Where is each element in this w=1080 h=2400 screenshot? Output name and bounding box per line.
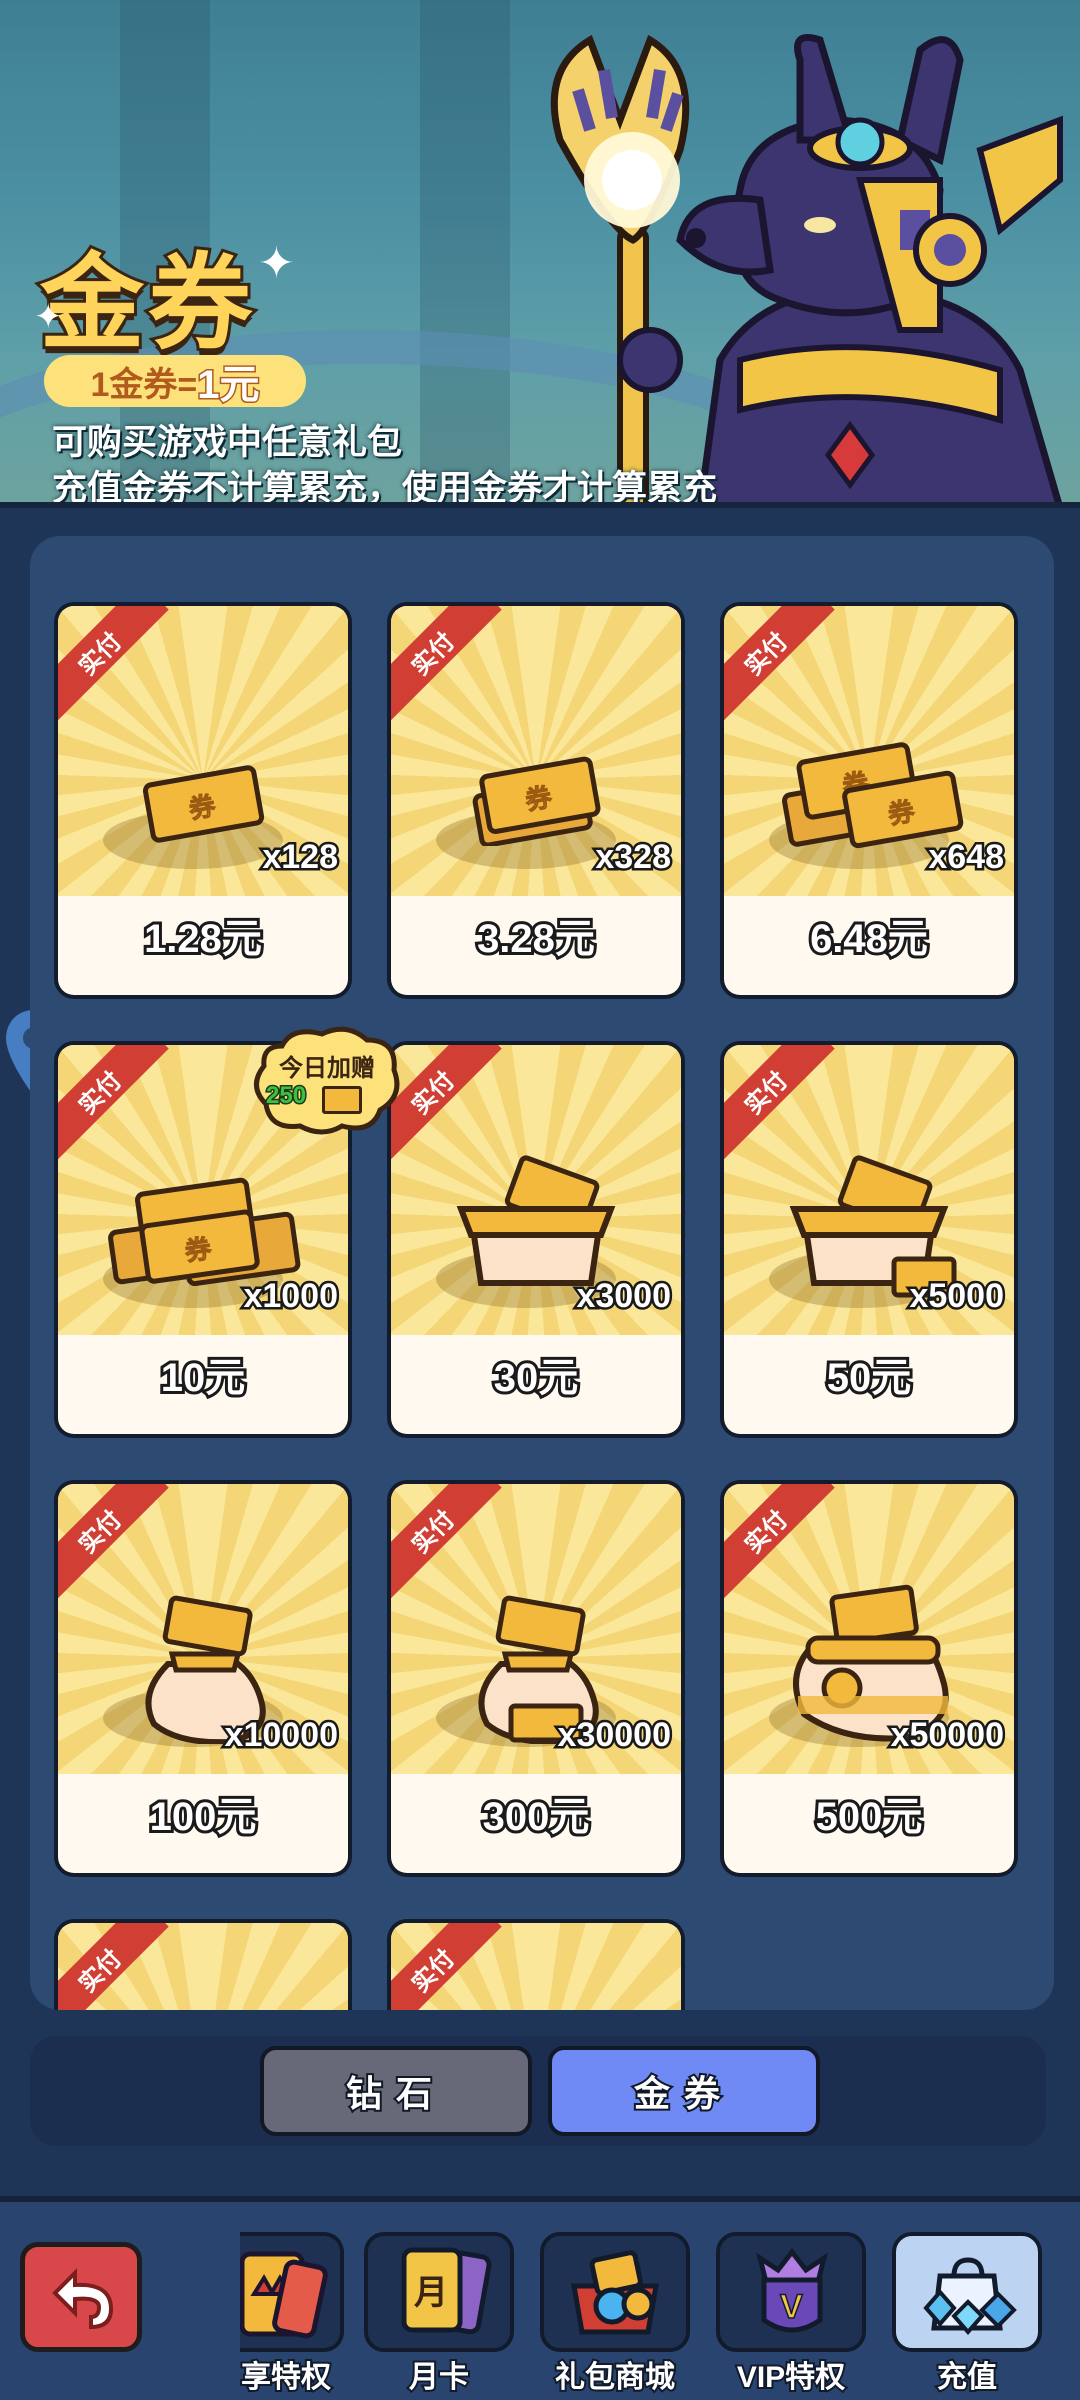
- tab-diamond[interactable]: 钻石: [260, 2046, 532, 2136]
- nav-vip-privilege[interactable]: V: [716, 2232, 866, 2352]
- vip-shield-icon: V: [756, 2247, 828, 2333]
- recharge-gems-icon: [923, 2257, 1017, 2336]
- svg-text:V: V: [780, 2288, 803, 2326]
- gold-tickets-icon: 券 券: [782, 742, 964, 849]
- coupon-quantity: x50000: [888, 1714, 1006, 1757]
- gold-ticket-icon: 券: [142, 765, 265, 843]
- monthly-card-icon: 月: [401, 2247, 492, 2335]
- nav-label-recharge: 充值: [935, 2359, 999, 2396]
- ticket-box-icon: [456, 1155, 616, 1286]
- description-line-2: 充值金券不计算累充，使用金券才计算累充: [52, 469, 718, 508]
- exchange-rate-badge: 1金券= 1元: [44, 355, 306, 409]
- svg-text:月: 月: [414, 2274, 448, 2312]
- coupon-quantity: x5000: [907, 1275, 1007, 1318]
- header-banner: 金券 ✦ ✦ 1金券= 1元 可购买游戏中任意礼包 充值金券不计算累充，使用金券…: [0, 0, 1080, 508]
- product-card[interactable]: 实付: [387, 1919, 685, 2010]
- coupon-quantity: x328: [593, 836, 674, 879]
- banner-divider: [0, 502, 1080, 508]
- coupon-quantity: x10000: [222, 1714, 340, 1757]
- sparkle-icon: ✦: [34, 298, 63, 336]
- privilege-card-icon: [240, 2251, 328, 2339]
- currency-tab-bar: 钻石 金券: [30, 2036, 1046, 2146]
- coupon-quantity: x648: [926, 836, 1007, 879]
- daily-bonus-badge: 今日加赠 250: [252, 1026, 402, 1136]
- gold-tickets-icon: 券: [472, 756, 601, 846]
- product-card[interactable]: 实付: [54, 1919, 352, 2010]
- coupon-quantity: x1000: [241, 1275, 341, 1318]
- bonus-amount: 250: [264, 1081, 307, 1111]
- product-card[interactable]: 实付 x5000 50元: [720, 1041, 1018, 1438]
- rate-prefix: 1金券=: [90, 365, 198, 404]
- back-button[interactable]: [20, 2242, 142, 2352]
- product-card[interactable]: 实付 x50000 500元: [720, 1480, 1018, 1877]
- product-card[interactable]: 券 实付 x328 3.28元: [387, 602, 685, 999]
- bottom-navigation: 享特权 月 月卡 礼包商城 V VIP特权 充值: [0, 2196, 1080, 2400]
- price-label: 6.48元: [807, 914, 931, 964]
- price-label: 300元: [480, 1792, 593, 1842]
- rate-value: 1元: [196, 362, 261, 409]
- back-arrow-icon: [52, 2268, 114, 2330]
- price-label: 30元: [491, 1353, 582, 1403]
- product-grid-panel: 券 实付 x128 1.28元 券 实付 x328 3.28元 券 券 实付 x…: [30, 536, 1054, 2010]
- anubis-character-illustration: [550, 34, 1064, 508]
- description-line-1: 可购买游戏中任意礼包: [52, 423, 403, 462]
- price-label: 3.28元: [474, 914, 598, 964]
- coupon-quantity: x128: [260, 836, 341, 879]
- nav-label-gift-shop: 礼包商城: [553, 2359, 677, 2396]
- price-label: 10元: [158, 1353, 249, 1403]
- gift-box-icon: [571, 2250, 659, 2335]
- bonus-label: 今日加赠: [279, 1055, 375, 1082]
- nav-monthly-card[interactable]: 月: [364, 2232, 514, 2352]
- price-label: 500元: [813, 1792, 926, 1842]
- price-label: 100元: [147, 1792, 260, 1842]
- product-card[interactable]: 券 实付 x128 1.28元: [54, 602, 352, 999]
- page-title: 金券: [37, 243, 257, 365]
- nav-label-privilege: 享特权: [239, 2359, 333, 2396]
- ticket-mini-icon: [322, 1086, 362, 1114]
- coupon-quantity: x30000: [555, 1714, 673, 1757]
- svg-text:券: 券: [183, 1233, 214, 1266]
- nav-label-vip-privilege: VIP特权: [735, 2359, 847, 2396]
- nav-recharge[interactable]: [892, 2232, 1042, 2352]
- tab-coupon[interactable]: 金券: [548, 2046, 820, 2136]
- product-card[interactable]: 券 券 实付 x648 6.48元: [720, 602, 1018, 999]
- nav-label-monthly-card: 月卡: [407, 2359, 471, 2396]
- price-label: 50元: [824, 1353, 915, 1403]
- price-label: 1.28元: [141, 914, 265, 964]
- coupon-quantity: x3000: [574, 1275, 674, 1318]
- sparkle-icon: ✦: [258, 239, 295, 288]
- product-card[interactable]: 实付 x30000 300元: [387, 1480, 685, 1877]
- nav-gift-shop[interactable]: [540, 2232, 690, 2352]
- product-card[interactable]: 实付 x3000 30元: [387, 1041, 685, 1438]
- product-card[interactable]: 实付 x10000 100元: [54, 1480, 352, 1877]
- nav-privilege[interactable]: [240, 2232, 344, 2352]
